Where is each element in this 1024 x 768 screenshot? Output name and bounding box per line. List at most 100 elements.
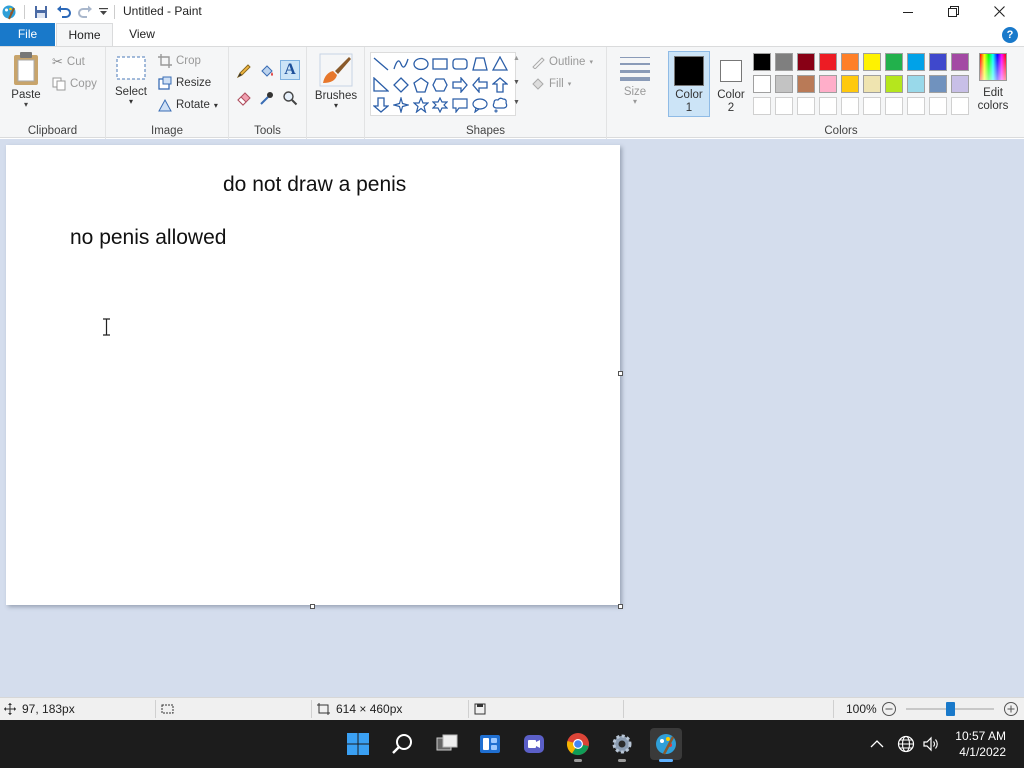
five-point-star-shape-icon[interactable] — [412, 96, 430, 114]
palette-custom-slot[interactable] — [885, 97, 903, 115]
palette-custom-slot[interactable] — [863, 97, 881, 115]
palette-color-swatch[interactable] — [797, 53, 815, 71]
start-button[interactable] — [342, 728, 374, 760]
paste-button[interactable]: Paste ▾ — [6, 51, 46, 109]
settings-button[interactable] — [606, 728, 638, 762]
chrome-button[interactable] — [562, 728, 594, 762]
canvas-resize-handle-bottom[interactable] — [310, 604, 315, 609]
network-button[interactable] — [897, 720, 915, 768]
maximize-button[interactable] — [930, 0, 976, 23]
cut-button[interactable]: ✂ Cut — [52, 54, 85, 70]
palette-color-swatch[interactable] — [907, 75, 925, 93]
color-picker-icon[interactable] — [257, 88, 277, 108]
color1-button[interactable]: Color 1 — [668, 51, 710, 117]
paint-app-icon[interactable] — [1, 3, 17, 20]
resize-button[interactable]: Resize — [158, 76, 211, 90]
palette-color-swatch[interactable] — [863, 53, 881, 71]
pentagon-shape-icon[interactable] — [412, 76, 430, 94]
help-button[interactable]: ? — [1002, 27, 1018, 43]
palette-color-swatch[interactable] — [797, 75, 815, 93]
task-view-button[interactable] — [431, 728, 463, 760]
shapes-more-icon[interactable]: ▼ — [513, 99, 520, 106]
minimize-button[interactable] — [885, 0, 931, 23]
canvas-resize-handle-right[interactable] — [618, 371, 623, 376]
palette-color-swatch[interactable] — [841, 75, 859, 93]
save-icon[interactable] — [32, 3, 50, 20]
customize-quick-access-icon[interactable] — [97, 3, 109, 20]
palette-color-swatch[interactable] — [929, 53, 947, 71]
magnifier-icon[interactable] — [280, 88, 300, 108]
palette-color-swatch[interactable] — [819, 53, 837, 71]
tab-file[interactable]: File — [0, 23, 55, 46]
palette-custom-slot[interactable] — [841, 97, 859, 115]
palette-custom-slot[interactable] — [907, 97, 925, 115]
copy-button[interactable]: Copy — [52, 77, 97, 91]
zoom-slider[interactable] — [906, 702, 994, 716]
teams-chat-button[interactable] — [518, 728, 550, 760]
up-arrow-shape-icon[interactable] — [491, 76, 509, 94]
tab-home[interactable]: Home — [56, 23, 113, 47]
palette-color-swatch[interactable] — [929, 75, 947, 93]
palette-color-swatch[interactable] — [753, 53, 771, 71]
palette-color-swatch[interactable] — [863, 75, 881, 93]
triangle-shape-icon[interactable] — [491, 55, 509, 73]
palette-color-swatch[interactable] — [775, 53, 793, 71]
palette-custom-slot[interactable] — [753, 97, 771, 115]
shapes-scroll-up-icon[interactable]: ▲ — [513, 55, 520, 62]
oval-shape-icon[interactable] — [412, 55, 430, 73]
zoom-in-button[interactable] — [1003, 698, 1019, 720]
four-point-star-shape-icon[interactable] — [392, 96, 410, 114]
rectangular-callout-shape-icon[interactable] — [451, 96, 469, 114]
line-shape-icon[interactable] — [372, 55, 390, 73]
drawing-canvas[interactable]: do not draw a penis no penis allowed — [6, 145, 620, 605]
palette-color-swatch[interactable] — [907, 53, 925, 71]
text-tool-icon[interactable]: A — [280, 60, 300, 80]
canvas-resize-handle-corner[interactable] — [618, 604, 623, 609]
undo-icon[interactable] — [54, 3, 72, 20]
fill-bucket-icon[interactable] — [257, 61, 277, 81]
diamond-shape-icon[interactable] — [392, 76, 410, 94]
tab-view[interactable]: View — [120, 23, 164, 46]
canvas-workspace[interactable]: do not draw a penis no penis allowed — [0, 139, 1024, 697]
six-point-star-shape-icon[interactable] — [431, 96, 449, 114]
palette-color-swatch[interactable] — [775, 75, 793, 93]
palette-custom-slot[interactable] — [929, 97, 947, 115]
down-arrow-shape-icon[interactable] — [372, 96, 390, 114]
rectangle-shape-icon[interactable] — [431, 55, 449, 73]
rotate-button[interactable]: Rotate ▾ — [158, 98, 218, 112]
volume-button[interactable] — [922, 720, 940, 768]
edit-colors-button[interactable]: Edit colors — [974, 53, 1012, 112]
eraser-icon[interactable] — [234, 88, 254, 108]
shapes-scroll-down-icon[interactable]: ▼ — [513, 79, 520, 86]
palette-color-swatch[interactable] — [753, 75, 771, 93]
paint-taskbar-button[interactable] — [650, 728, 682, 762]
search-button[interactable] — [387, 728, 419, 760]
right-triangle-shape-icon[interactable] — [372, 76, 390, 94]
palette-custom-slot[interactable] — [797, 97, 815, 115]
cloud-callout-shape-icon[interactable] — [491, 96, 509, 114]
paste-dropdown-icon[interactable]: ▾ — [6, 101, 46, 109]
palette-color-swatch[interactable] — [951, 53, 969, 71]
crop-button[interactable]: Crop — [158, 54, 201, 68]
zoom-out-button[interactable] — [881, 698, 897, 720]
fill-button[interactable]: Fill ▾ — [531, 77, 571, 91]
show-hidden-icons-button[interactable] — [870, 720, 884, 768]
color2-button[interactable]: Color 2 — [712, 51, 750, 117]
palette-color-swatch[interactable] — [885, 75, 903, 93]
system-clock[interactable]: 10:57 AM 4/1/2022 — [955, 728, 1006, 760]
palette-custom-slot[interactable] — [775, 97, 793, 115]
rounded-rectangle-shape-icon[interactable] — [451, 55, 469, 73]
oval-callout-shape-icon[interactable] — [471, 96, 489, 114]
palette-color-swatch[interactable] — [819, 75, 837, 93]
brushes-dropdown-icon[interactable]: ▾ — [313, 102, 359, 110]
size-button[interactable]: Size ▾ — [617, 55, 653, 106]
palette-color-swatch[interactable] — [841, 53, 859, 71]
hexagon-shape-icon[interactable] — [431, 76, 449, 94]
pencil-icon[interactable] — [234, 61, 254, 81]
select-button[interactable]: Select ▾ — [112, 55, 150, 106]
palette-color-swatch[interactable] — [951, 75, 969, 93]
curve-shape-icon[interactable] — [392, 55, 410, 73]
redo-icon[interactable] — [76, 3, 94, 20]
polygon-shape-icon[interactable] — [471, 55, 489, 73]
close-button[interactable] — [976, 0, 1022, 23]
